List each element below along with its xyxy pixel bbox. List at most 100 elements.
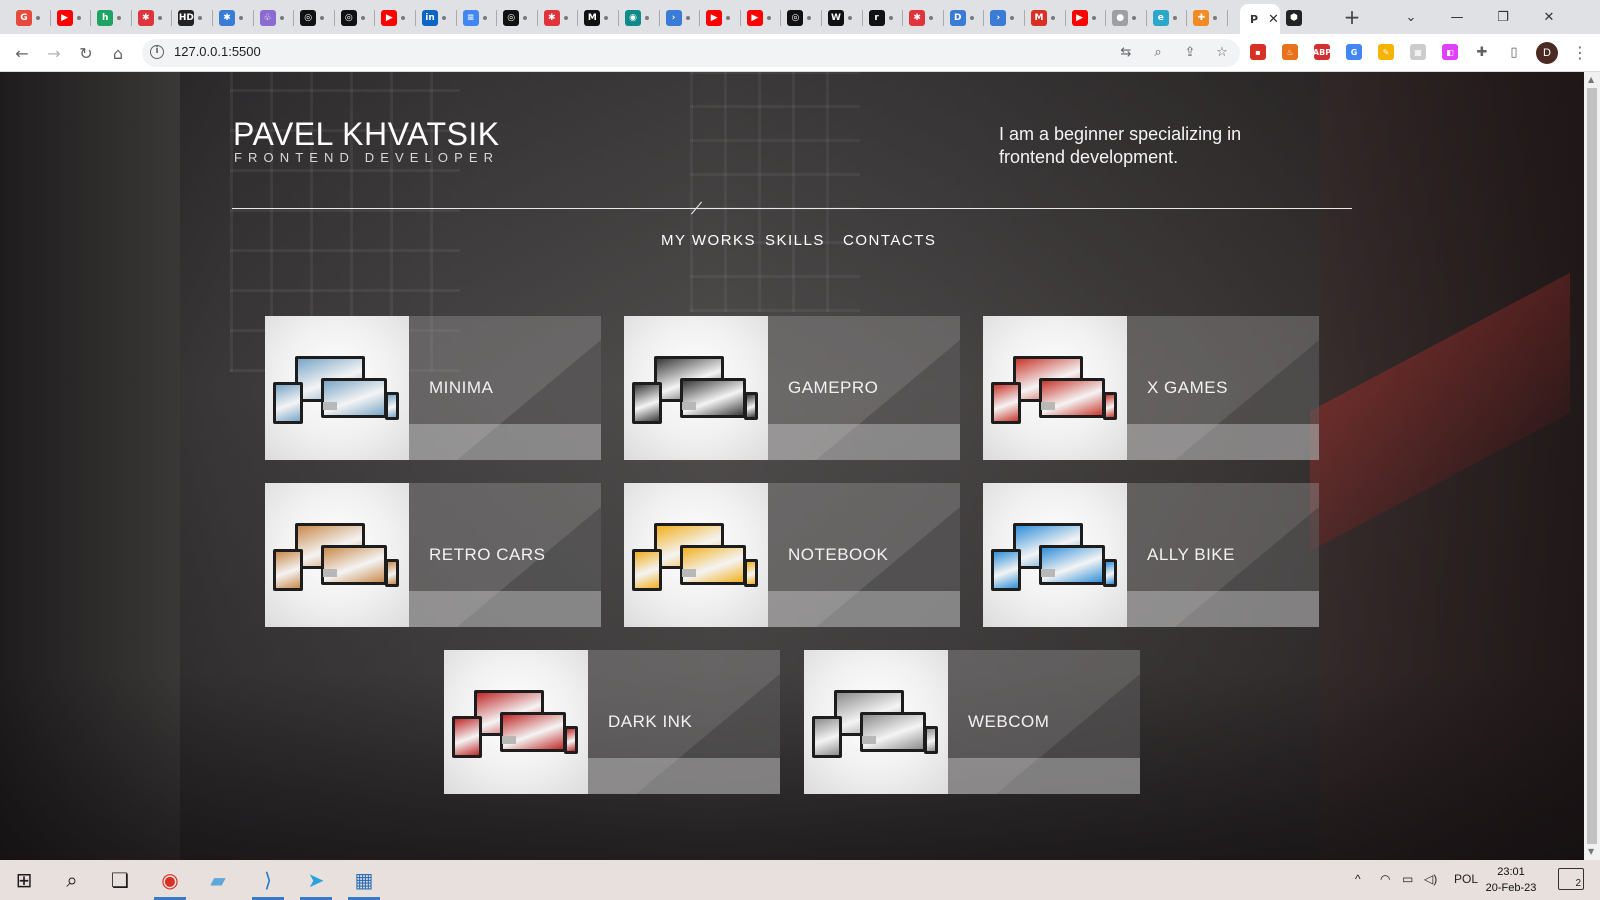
tab-search-icon[interactable]: ⌄ xyxy=(1388,0,1434,34)
extension-icon[interactable]: ♨ xyxy=(1282,44,1298,60)
extension-icon[interactable]: G xyxy=(1346,44,1362,60)
extensions-puzzle-icon[interactable]: ✚ xyxy=(1474,45,1490,61)
active-tab[interactable]: P ✕ xyxy=(1240,4,1280,34)
minimize-button[interactable]: — xyxy=(1434,0,1480,34)
reload-icon[interactable]: ↻ xyxy=(74,41,98,65)
scroll-thumb[interactable] xyxy=(1587,88,1597,844)
close-window-button[interactable]: ✕ xyxy=(1526,0,1572,34)
tab-title-fragment xyxy=(1051,16,1055,20)
browser-tab[interactable]: › xyxy=(984,6,1025,30)
profile-avatar[interactable]: D xyxy=(1536,42,1558,64)
project-thumbnail xyxy=(804,650,948,794)
monitor-stand xyxy=(682,402,696,410)
wifi-icon[interactable]: ◠ xyxy=(1380,872,1390,886)
project-card[interactable]: ALLY BIKE xyxy=(983,483,1319,627)
browser-tab[interactable]: HD xyxy=(172,6,213,30)
device-screen xyxy=(635,552,659,588)
browser-tab[interactable]: in xyxy=(416,6,457,30)
scroll-up-icon[interactable]: ▲ xyxy=(1588,75,1594,84)
page-scrollbar[interactable]: ▲ ▼ xyxy=(1584,72,1600,860)
browser-tab[interactable]: ◎ xyxy=(497,6,538,30)
tray-chevron-icon[interactable]: ^ xyxy=(1355,872,1361,886)
card-bottom-band xyxy=(1127,591,1319,627)
browser-tab[interactable]: M xyxy=(1025,6,1066,30)
browser-tab[interactable]: ▶ xyxy=(375,6,416,30)
taskbar-notepad-icon[interactable]: ▰ xyxy=(198,864,238,896)
browser-tab[interactable]: r xyxy=(863,6,904,30)
nav-skills[interactable]: SKILLS xyxy=(765,232,825,249)
extension-icon[interactable]: ◧ xyxy=(1442,44,1458,60)
language-indicator[interactable]: POL xyxy=(1454,872,1478,886)
browser-tab[interactable]: ≡ xyxy=(457,6,498,30)
taskbar-calculator-icon[interactable]: ▦ xyxy=(344,864,384,900)
browser-tab[interactable]: ◎ xyxy=(335,6,376,30)
browser-tab[interactable]: ▶ xyxy=(51,6,92,30)
taskbar-vscode-icon[interactable]: ⟩ xyxy=(248,864,288,900)
project-card[interactable]: MINIMA xyxy=(265,316,601,460)
browser-tab[interactable]: W xyxy=(822,6,863,30)
new-tab-button[interactable]: + xyxy=(1340,6,1364,30)
tab-title-fragment xyxy=(848,16,852,20)
translate-icon[interactable]: ⇆ xyxy=(1118,45,1134,61)
browser-tab[interactable]: ✱ xyxy=(538,6,579,30)
close-tab-icon[interactable]: ✕ xyxy=(1268,12,1279,27)
bookmark-star-icon[interactable]: ☆ xyxy=(1214,45,1230,61)
system-clock[interactable]: 23:01 20-Feb-23 xyxy=(1478,864,1544,896)
browser-tab[interactable]: ✚ xyxy=(1187,6,1228,30)
browser-tab[interactable]: ▶ xyxy=(741,6,782,30)
forward-icon[interactable]: → xyxy=(42,41,66,65)
project-card[interactable]: NOTEBOOK xyxy=(624,483,960,627)
home-icon[interactable]: ⌂ xyxy=(106,41,130,65)
volume-icon[interactable]: ◁) xyxy=(1424,872,1437,886)
project-card[interactable]: X GAMES xyxy=(983,316,1319,460)
tab-favicon-icon: e xyxy=(1152,10,1169,26)
battery-icon[interactable]: ▭ xyxy=(1402,872,1413,886)
share-icon[interactable]: ⇪ xyxy=(1182,45,1198,61)
project-card[interactable]: GAMEPRO xyxy=(624,316,960,460)
url-text[interactable]: 127.0.0.1:5500 xyxy=(174,44,261,59)
project-card[interactable]: DARK INK xyxy=(444,650,780,794)
browser-tab[interactable]: G xyxy=(10,6,51,30)
nav-contacts[interactable]: CONTACTS xyxy=(843,232,936,249)
tab-title-fragment xyxy=(726,16,731,20)
scroll-down-icon[interactable]: ▼ xyxy=(1588,847,1594,856)
device-phone-mockup xyxy=(564,726,578,754)
browser-tab[interactable]: h xyxy=(91,6,132,30)
browser-tab[interactable]: › xyxy=(660,6,701,30)
zoom-icon[interactable]: ⌕ xyxy=(1150,45,1166,61)
side-panel-icon[interactable]: ▯ xyxy=(1506,45,1522,61)
back-icon[interactable]: ← xyxy=(10,41,34,65)
browser-tab[interactable]: ✱ xyxy=(132,6,173,30)
browser-tab[interactable]: ◉ xyxy=(619,6,660,30)
project-thumbnail xyxy=(265,316,409,460)
browser-tab[interactable]: ◎ xyxy=(294,6,335,30)
browser-tab[interactable]: D xyxy=(944,6,985,30)
project-card[interactable]: WEBCOM xyxy=(804,650,1140,794)
browser-tab[interactable]: ✱ xyxy=(903,6,944,30)
browser-tab[interactable]: ▶ xyxy=(700,6,741,30)
browser-tab[interactable]: ⬢ xyxy=(1280,6,1302,30)
browser-tab[interactable]: ✱ xyxy=(213,6,254,30)
extension-icon[interactable]: ▪ xyxy=(1250,44,1266,60)
site-info-icon[interactable]: i xyxy=(150,45,164,59)
browser-tab[interactable]: ♧ xyxy=(254,6,295,30)
taskbar-telegram-icon[interactable]: ➤ xyxy=(296,864,336,900)
taskbar-chrome-icon[interactable]: ◉ xyxy=(150,864,190,900)
nav-my-works[interactable]: MY WORKS xyxy=(661,232,756,249)
browser-tab[interactable]: ◎ xyxy=(781,6,822,30)
menu-kebab-icon[interactable]: ⋮ xyxy=(1572,43,1588,62)
browser-tab[interactable]: ● xyxy=(1106,6,1147,30)
taskbar-start-icon[interactable]: ⊞ xyxy=(4,864,44,896)
maximize-button[interactable]: ❐ xyxy=(1480,0,1526,34)
browser-tab[interactable]: M xyxy=(578,6,619,30)
taskbar-task-view-icon[interactable]: ❏ xyxy=(100,864,140,896)
address-bar[interactable]: i 127.0.0.1:5500 ⇆ ⌕ ⇪ ☆ xyxy=(142,39,1240,67)
notifications-icon[interactable]: 2 xyxy=(1558,868,1584,890)
extension-icon[interactable]: ABP xyxy=(1313,44,1331,60)
project-card[interactable]: RETRO CARS xyxy=(265,483,601,627)
taskbar-search-icon[interactable]: ⌕ xyxy=(52,864,92,896)
browser-tab[interactable]: e xyxy=(1147,6,1188,30)
extension-icon[interactable]: ▦ xyxy=(1410,44,1426,60)
browser-tab[interactable]: ▶ xyxy=(1066,6,1107,30)
extension-icon[interactable]: ✎ xyxy=(1378,44,1394,60)
